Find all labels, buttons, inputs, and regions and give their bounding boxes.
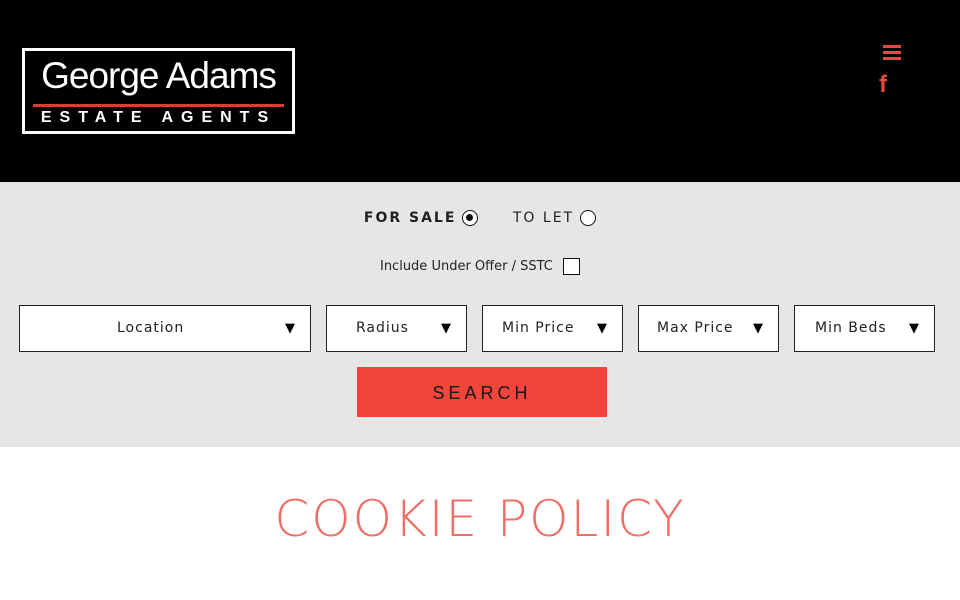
for-sale-radio[interactable]: [462, 210, 479, 226]
to-let-radio[interactable]: [580, 210, 597, 226]
location-select-label: Location: [117, 320, 185, 336]
radius-select-label: Radius: [356, 320, 409, 336]
george-adams-logo[interactable]: George Adams ESTATE AGENTS: [22, 48, 295, 134]
chevron-down-icon: ▼: [597, 321, 608, 336]
min-price-select[interactable]: Min Price ▼: [482, 305, 623, 352]
chevron-down-icon: ▼: [753, 321, 764, 336]
site-header: George Adams ESTATE AGENTS f: [0, 0, 960, 182]
location-select[interactable]: Location ▼: [19, 305, 311, 352]
tab-to-let-label: TO LET: [512, 210, 575, 226]
chevron-down-icon: ▼: [441, 321, 452, 336]
under-offer-label: Include Under Offer / SSTC: [379, 259, 553, 274]
sale-let-toggle: FOR SALE TO LET: [0, 210, 960, 234]
chevron-down-icon: ▼: [909, 321, 920, 336]
logo-tagline: ESTATE AGENTS: [40, 109, 277, 126]
max-price-select-label: Max Price: [657, 320, 734, 336]
hamburger-menu-icon[interactable]: [883, 45, 901, 60]
min-price-select-label: Min Price: [502, 320, 575, 336]
logo-name: George Adams: [41, 55, 277, 96]
logo-rule: [33, 104, 284, 107]
under-offer-option: Include Under Offer / SSTC: [0, 258, 960, 275]
tab-for-sale-label: FOR SALE: [363, 210, 457, 226]
property-search-panel: FOR SALE TO LET Include Under Offer / SS…: [0, 182, 960, 447]
radius-select[interactable]: Radius ▼: [326, 305, 467, 352]
min-beds-select-label: Min Beds: [815, 320, 887, 336]
tab-for-sale[interactable]: FOR SALE: [364, 210, 479, 226]
search-button[interactable]: SEARCH: [357, 367, 607, 417]
chevron-down-icon: ▼: [285, 321, 296, 336]
max-price-select[interactable]: Max Price ▼: [638, 305, 779, 352]
facebook-icon[interactable]: f: [875, 73, 891, 97]
page-title: COOKIE POLICY: [274, 490, 686, 548]
under-offer-checkbox[interactable]: [563, 258, 580, 275]
min-beds-select[interactable]: Min Beds ▼: [794, 305, 935, 352]
tab-to-let[interactable]: TO LET: [491, 210, 597, 226]
